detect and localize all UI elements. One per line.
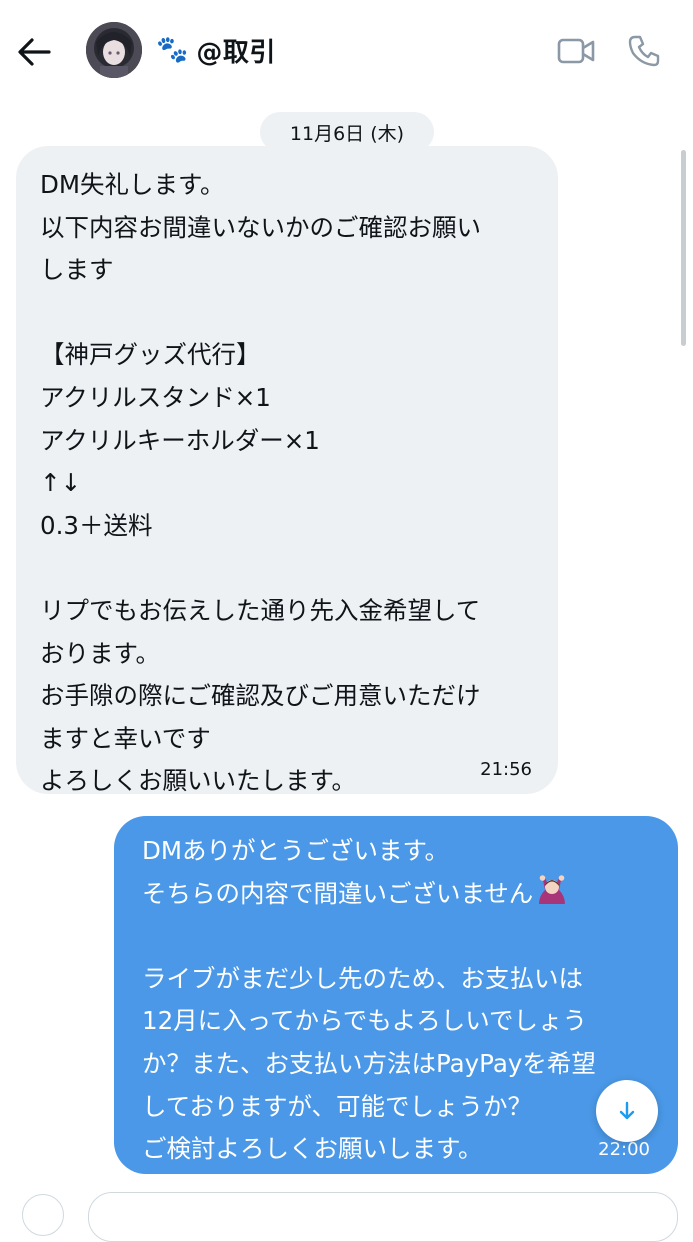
paw-icon: 🐾	[156, 35, 189, 65]
phone-icon	[628, 35, 660, 67]
voice-call-button[interactable]	[624, 32, 664, 70]
composer-add-button[interactable]	[22, 1194, 64, 1236]
video-camera-icon	[557, 38, 595, 64]
avatar-image	[86, 22, 142, 78]
message-text: DM失礼します。 以下内容お間違いないかのご確認お願い します 【神戸グッズ代行…	[40, 170, 481, 796]
contact-name: @取引	[196, 37, 276, 68]
scrollbar[interactable]	[681, 150, 686, 346]
person-gesturing-ok-icon	[539, 874, 566, 904]
avatar[interactable]	[86, 22, 142, 78]
received-message-bubble[interactable]: DM失礼します。 以下内容お間違いないかのご確認お願い します 【神戸グッズ代行…	[16, 146, 558, 795]
message-text-part: DMありがとうございます。 そちらの内容で間違いございません	[142, 836, 534, 908]
arrow-left-icon	[18, 38, 51, 66]
message-timestamp: 22:00	[598, 1139, 650, 1160]
message-text: DMありがとうございます。 そちらの内容で間違いございません ライブがまだ少し先…	[142, 830, 662, 1171]
message-text-part: ライブがまだ少し先のため、お支払いは 12月に入ってからでもよろしいでしょう か…	[142, 963, 596, 1164]
arrow-down-icon	[619, 1101, 635, 1120]
back-button[interactable]	[14, 32, 54, 72]
conversation-header: 🐾 @取引	[0, 0, 693, 108]
message-timestamp: 21:56	[480, 759, 532, 780]
video-call-button[interactable]	[556, 34, 596, 68]
message-composer	[0, 1184, 693, 1242]
scroll-to-bottom-button[interactable]	[596, 1080, 658, 1142]
sent-message-bubble[interactable]: DMありがとうございます。 そちらの内容で間違いございません ライブがまだ少し先…	[114, 816, 678, 1174]
contact-name-area[interactable]: 🐾 @取引	[156, 30, 276, 70]
